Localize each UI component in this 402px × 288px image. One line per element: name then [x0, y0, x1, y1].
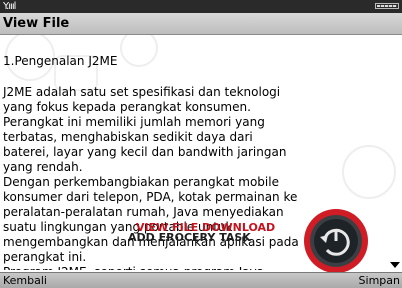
- document-heading: 1.Pengenalan J2ME: [3, 54, 118, 68]
- softkey-bar: Kembali Simpan: [0, 272, 402, 288]
- phone-screen: Y.ıııl View File 1.Pengenalan J2ME J2ME …: [0, 0, 402, 288]
- save-softkey[interactable]: Simpan: [359, 273, 400, 288]
- screen-title: View File: [3, 16, 70, 31]
- back-softkey[interactable]: Kembali: [3, 273, 47, 288]
- scroll-down-arrow-icon[interactable]: [390, 262, 400, 268]
- signal-strength-icon: Y.ıııl: [3, 1, 16, 12]
- watermark-line2: ADD EROCERY TASK: [128, 231, 251, 244]
- power-restart-badge-icon: [304, 209, 368, 273]
- battery-icon: [375, 3, 399, 9]
- status-bar: Y.ıııl: [0, 0, 402, 13]
- title-bar: View File: [0, 13, 402, 35]
